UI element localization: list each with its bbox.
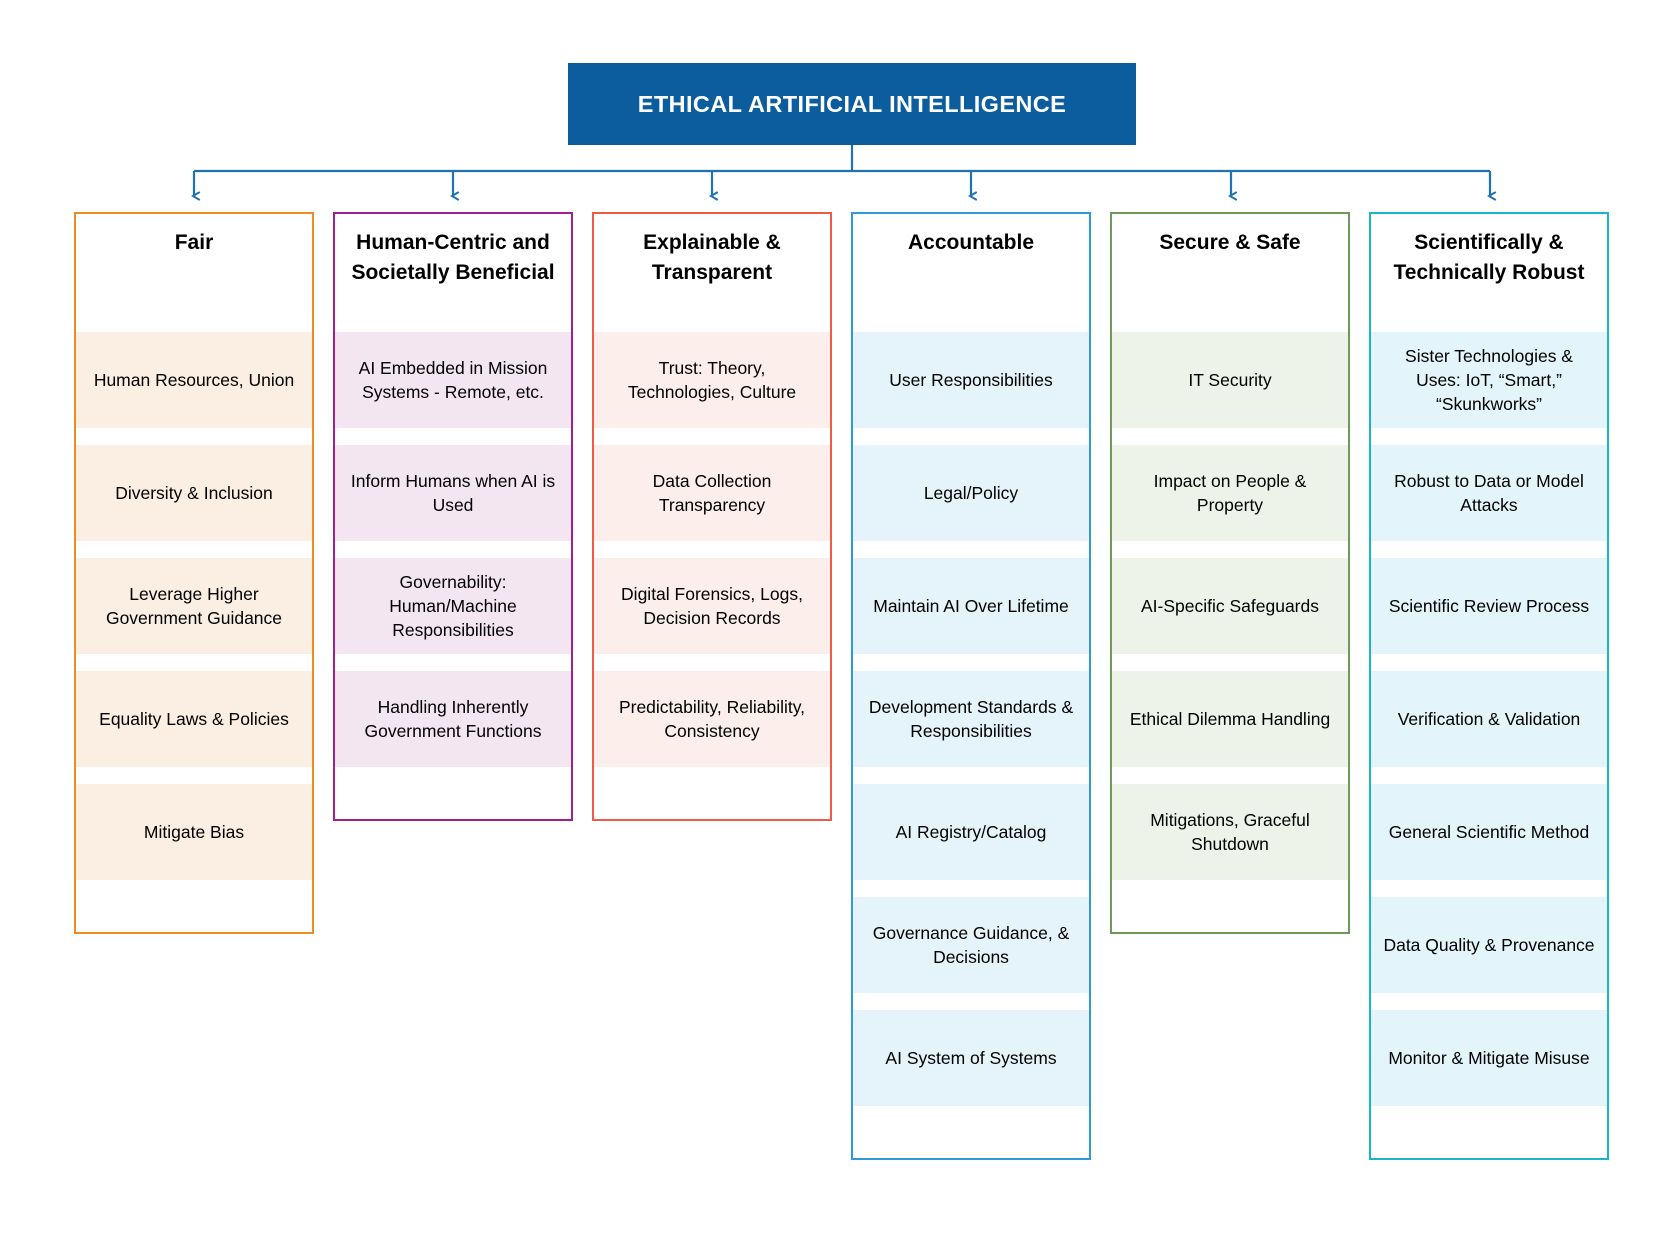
list-item-label: Inform Humans when AI is Used xyxy=(350,470,556,515)
list-item-label: Maintain AI Over Lifetime xyxy=(873,595,1069,616)
diagram-canvas: ETHICAL ARTIFICIAL INTELLIGENCE Fair Hum… xyxy=(0,0,1667,1250)
list-item-label: Handling Inherently Government Functions xyxy=(364,696,542,741)
list-item[interactable]: Legal/Policy xyxy=(853,445,1089,541)
list-item-label: Impact on People & Property xyxy=(1153,470,1307,515)
column-header-accountable: Accountable xyxy=(853,214,1089,332)
list-item[interactable]: General Scientific Method xyxy=(1371,784,1607,880)
list-item[interactable]: Governance Guidance, & Decisions xyxy=(853,897,1089,993)
category-column-human-centric: Human-Centric and Societally Beneficial … xyxy=(333,212,573,821)
list-item-label: Predictability, Reliability, Consistency xyxy=(618,696,806,741)
list-item[interactable]: Robust to Data or Model Attacks xyxy=(1371,445,1607,541)
list-item-label: Verification & Validation xyxy=(1397,708,1581,729)
list-item[interactable]: Verification & Validation xyxy=(1371,671,1607,767)
list-item-label: Diversity & Inclusion xyxy=(115,482,273,503)
list-item[interactable]: AI System of Systems xyxy=(853,1010,1089,1106)
list-item-label: Scientific Review Process xyxy=(1388,595,1590,616)
list-item-label: Data Collection Transparency xyxy=(652,470,772,515)
list-item-label: Sister Technologies & Uses: IoT, “Smart,… xyxy=(1405,345,1573,415)
list-item-label: AI System of Systems xyxy=(885,1047,1057,1068)
list-item-label: Trust: Theory, Technologies, Culture xyxy=(627,357,797,402)
column-header-human-centric: Human-Centric and Societally Beneficial xyxy=(335,214,571,332)
list-item-label: Ethical Dilemma Handling xyxy=(1129,708,1331,729)
list-item[interactable]: Impact on People & Property xyxy=(1112,445,1348,541)
list-item-label: Leverage Higher Government Guidance xyxy=(105,583,283,628)
root-node-label: ETHICAL ARTIFICIAL INTELLIGENCE xyxy=(637,90,1067,117)
list-item[interactable]: Inform Humans when AI is Used xyxy=(335,445,571,541)
column-items-explainable-transparent: Trust: Theory, Technologies, Culture Dat… xyxy=(594,332,830,767)
list-item-label: Mitigations, Graceful Shutdown xyxy=(1150,809,1310,854)
list-item-label: Development Standards & Responsibilities xyxy=(868,696,1074,741)
list-item[interactable]: AI-Specific Safeguards xyxy=(1112,558,1348,654)
list-item-label: Legal/Policy xyxy=(923,482,1019,503)
category-column-secure-safe: Secure & Safe IT Security Impact on Peop… xyxy=(1110,212,1350,934)
list-item-label: AI Embedded in Mission Systems - Remote,… xyxy=(358,357,548,402)
list-item-label: Digital Forensics, Logs, Decision Record… xyxy=(621,583,803,628)
list-item-label: Mitigate Bias xyxy=(143,821,245,842)
column-header-label: Scientifically & Technically Robust xyxy=(1393,231,1585,284)
column-header-secure-safe: Secure & Safe xyxy=(1112,214,1348,332)
list-item-label: Data Quality & Provenance xyxy=(1383,934,1595,955)
list-item[interactable]: Equality Laws & Policies xyxy=(76,671,312,767)
list-item-label: IT Security xyxy=(1188,369,1272,390)
column-header-label: Secure & Safe xyxy=(1159,231,1301,254)
list-item-label: Robust to Data or Model Attacks xyxy=(1394,470,1584,515)
column-header-scientifically-technically-robust: Scientifically & Technically Robust xyxy=(1371,214,1607,332)
list-item[interactable]: AI Registry/Catalog xyxy=(853,784,1089,880)
list-item[interactable]: AI Embedded in Mission Systems - Remote,… xyxy=(335,332,571,428)
list-item-label: AI-Specific Safeguards xyxy=(1140,595,1319,616)
category-column-scientifically-technically-robust: Scientifically & Technically Robust Sist… xyxy=(1369,212,1609,1160)
category-column-accountable: Accountable User Responsibilities Legal/… xyxy=(851,212,1091,1160)
list-item[interactable]: Maintain AI Over Lifetime xyxy=(853,558,1089,654)
list-item-label: General Scientific Method xyxy=(1388,821,1590,842)
column-items-human-centric: AI Embedded in Mission Systems - Remote,… xyxy=(335,332,571,767)
list-item[interactable]: Mitigations, Graceful Shutdown xyxy=(1112,784,1348,880)
column-items-scientifically-technically-robust: Sister Technologies & Uses: IoT, “Smart,… xyxy=(1371,332,1607,1106)
column-items-secure-safe: IT Security Impact on People & Property … xyxy=(1112,332,1348,880)
list-item-label: User Responsibilities xyxy=(889,369,1053,390)
list-item[interactable]: Ethical Dilemma Handling xyxy=(1112,671,1348,767)
list-item[interactable]: Development Standards & Responsibilities xyxy=(853,671,1089,767)
list-item[interactable]: Leverage Higher Government Guidance xyxy=(76,558,312,654)
list-item[interactable]: Data Quality & Provenance xyxy=(1371,897,1607,993)
list-item-label: Governability: Human/Machine Responsibil… xyxy=(389,571,517,641)
column-header-label: Accountable xyxy=(907,231,1035,254)
list-item[interactable]: Digital Forensics, Logs, Decision Record… xyxy=(594,558,830,654)
list-item[interactable]: Diversity & Inclusion xyxy=(76,445,312,541)
list-item[interactable]: IT Security xyxy=(1112,332,1348,428)
category-column-explainable-transparent: Explainable & Transparent Trust: Theory,… xyxy=(592,212,832,821)
column-header-label: Fair xyxy=(174,231,214,254)
list-item[interactable]: Mitigate Bias xyxy=(76,784,312,880)
list-item-label: Monitor & Mitigate Misuse xyxy=(1388,1047,1590,1068)
list-item[interactable]: Monitor & Mitigate Misuse xyxy=(1371,1010,1607,1106)
list-item-label: Human Resources, Union xyxy=(93,369,295,390)
column-header-explainable-transparent: Explainable & Transparent xyxy=(594,214,830,332)
list-item[interactable]: Handling Inherently Government Functions xyxy=(335,671,571,767)
column-header-fair: Fair xyxy=(76,214,312,332)
list-item[interactable]: Human Resources, Union xyxy=(76,332,312,428)
list-item-label: Equality Laws & Policies xyxy=(99,708,289,729)
root-node: ETHICAL ARTIFICIAL INTELLIGENCE xyxy=(568,63,1136,145)
list-item-label: Governance Guidance, & Decisions xyxy=(872,922,1070,967)
column-items-fair: Human Resources, Union Diversity & Inclu… xyxy=(76,332,312,880)
list-item[interactable]: Trust: Theory, Technologies, Culture xyxy=(594,332,830,428)
column-header-label: Explainable & Transparent xyxy=(643,231,781,284)
category-column-fair: Fair Human Resources, Union Diversity & … xyxy=(74,212,314,934)
list-item[interactable]: Scientific Review Process xyxy=(1371,558,1607,654)
list-item-label: AI Registry/Catalog xyxy=(895,821,1047,842)
list-item[interactable]: Data Collection Transparency xyxy=(594,445,830,541)
list-item[interactable]: Predictability, Reliability, Consistency xyxy=(594,671,830,767)
column-items-accountable: User Responsibilities Legal/Policy Maint… xyxy=(853,332,1089,1106)
list-item[interactable]: Governability: Human/Machine Responsibil… xyxy=(335,558,571,654)
column-header-label: Human-Centric and Societally Beneficial xyxy=(351,231,555,284)
list-item[interactable]: User Responsibilities xyxy=(853,332,1089,428)
list-item[interactable]: Sister Technologies & Uses: IoT, “Smart,… xyxy=(1371,332,1607,428)
